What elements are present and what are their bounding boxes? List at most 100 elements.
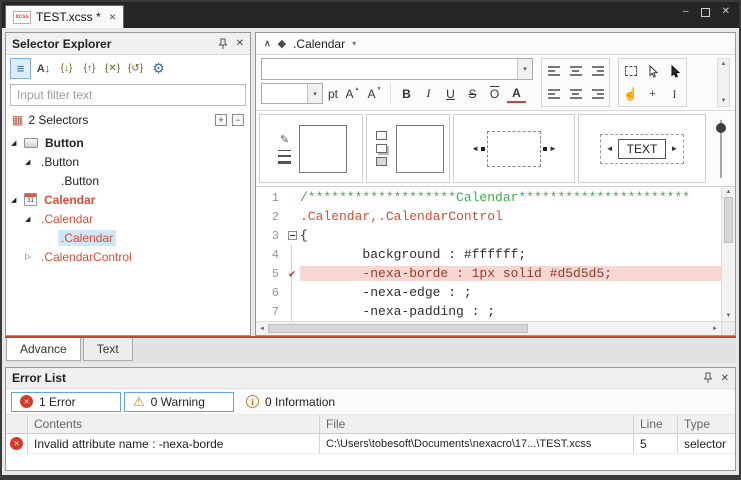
font-decrease-button[interactable]: A▼ [365,83,384,104]
hand-tool-button[interactable]: ☝ [620,83,641,105]
collapse-toolbar-button[interactable]: ∧ [264,38,271,49]
handle-icon[interactable] [481,147,485,151]
square-filled-icon[interactable] [376,157,387,166]
text-margin-editor[interactable]: ◄ TEXT ► [600,134,685,164]
pin-icon[interactable] [218,38,228,50]
expand-all-button[interactable]: + [215,114,227,126]
pin-icon[interactable] [703,372,713,384]
code-line[interactable]: 4 background : #ffffff; [256,245,721,264]
pointer-white-button[interactable] [642,60,663,82]
chevron-down-icon[interactable]: ▾ [517,59,532,79]
document-tab[interactable]: xcss TEST.xcss * ✕ [5,5,124,28]
scroll-down-icon[interactable]: ▼ [721,98,727,104]
minimize-button[interactable]: – [683,7,689,17]
text-cursor-button[interactable]: I [664,83,685,105]
tree-item-calendarcontrol[interactable]: ▷ .CalendarControl [6,247,250,266]
font-size-select[interactable]: ▾ [261,83,323,104]
background-preview-box[interactable] [396,125,444,173]
pencil-icon[interactable]: ✎ [280,133,289,146]
tree-collapsed-icon[interactable]: ▷ [25,252,38,261]
right-arrow-icon[interactable]: ► [549,144,557,153]
code-line[interactable]: 2 .Calendar,.CalendarControl [256,207,721,226]
tab-close-icon[interactable]: ✕ [109,12,117,23]
italic-button[interactable]: I [419,83,438,104]
padding-preview-box[interactable] [487,131,541,167]
line-thick-icon[interactable] [278,161,291,164]
horizontal-scrollbar[interactable]: ◄ ► [256,321,721,335]
pointer-black-button[interactable] [664,60,685,82]
valign-bottom-button[interactable] [587,83,608,105]
panel-close-icon[interactable]: ✕ [721,373,729,384]
reset-selector-button[interactable]: {↺} [125,58,146,79]
scroll-right-icon[interactable]: ► [712,326,718,332]
tree-item-button-class-child[interactable]: .Button [6,171,250,190]
tree-item-button[interactable]: ◢ Button [6,133,250,152]
scroll-up-icon[interactable]: ▲ [726,189,732,195]
tree-expanded-icon[interactable]: ◢ [25,158,38,166]
scroll-left-icon[interactable]: ◄ [259,326,265,332]
code-line[interactable]: 1 /*******************Calendar**********… [256,188,721,207]
column-header-line[interactable]: Line [634,415,678,433]
vertical-scrollbar[interactable]: ▲ ▼ [721,187,735,321]
window-close-button[interactable]: ✕ [722,7,730,17]
valign-middle-button[interactable] [565,83,586,105]
delete-selector-button[interactable]: {✕} [102,58,123,79]
square-shadow-icon[interactable] [376,144,387,153]
maximize-button[interactable] [701,8,710,17]
chevron-down-icon[interactable]: ▾ [307,84,322,103]
font-increase-button[interactable]: A▲ [343,83,362,104]
code-line[interactable]: 3 { [256,226,721,245]
add-selector-button[interactable]: {↓} [56,58,77,79]
column-header-file[interactable]: File [320,415,634,433]
column-header-icon[interactable] [6,415,28,433]
code-text-area[interactable]: 1 /*******************Calendar**********… [256,187,721,321]
right-arrow-icon[interactable]: ► [670,144,678,153]
tree-item-button-class[interactable]: ◢ .Button [6,152,250,171]
tab-advance[interactable]: Advance [6,338,81,361]
slider-knob[interactable] [716,123,726,133]
collapse-all-button[interactable]: − [232,114,244,126]
text-preview-box[interactable]: TEXT [618,139,667,159]
line-thin-icon[interactable] [278,150,291,151]
code-line-error[interactable]: 5 ✔ -nexa-borde : 1px solid #d5d5d5; [256,264,721,283]
selector-dropdown-icon[interactable]: ▾ [352,39,356,48]
preview-slider[interactable] [714,118,728,180]
scroll-down-icon[interactable]: ▼ [726,313,732,319]
information-filter-button[interactable]: i 0 Information [237,392,347,412]
code-line[interactable]: 7 -nexa-padding : ; [256,302,721,321]
insert-selector-button[interactable]: {↑} [79,58,100,79]
settings-gear-icon[interactable]: ⚙ [148,58,169,79]
align-right-button[interactable] [587,60,608,82]
column-header-type[interactable]: Type [678,415,735,433]
underline-button[interactable]: U [441,83,460,104]
left-arrow-icon[interactable]: ◄ [471,144,479,153]
scrollbar-thumb[interactable] [268,324,528,333]
handle-icon[interactable] [543,147,547,151]
code-line[interactable]: 6 -nexa-edge : ; [256,283,721,302]
scrollbar-thumb[interactable] [724,197,733,243]
tree-item-calendar-class-selected[interactable]: .Calendar [6,228,250,247]
add-tool-button[interactable]: + [642,83,663,105]
panel-close-icon[interactable]: ✕ [236,38,244,49]
warning-filter-button[interactable]: ⚠ 0 Warning [124,392,234,412]
tree-item-calendar[interactable]: ◢ 31 Calendar [6,190,250,209]
padding-editor[interactable]: ◄ ► [471,131,557,167]
tree-item-calendar-class[interactable]: ◢ .Calendar [6,209,250,228]
column-header-contents[interactable]: Contents [28,415,320,433]
fold-toggle-icon[interactable] [288,231,297,240]
tab-text[interactable]: Text [83,338,133,361]
toolbar-scrollbar[interactable]: ▲ ▼ [717,58,730,107]
line-medium-icon[interactable] [278,155,291,157]
tree-expanded-icon[interactable]: ◢ [11,196,24,204]
overline-button[interactable]: O [485,83,504,104]
scroll-up-icon[interactable]: ▲ [721,61,727,67]
strikethrough-button[interactable]: S [463,83,482,104]
valign-top-button[interactable] [543,83,564,105]
font-color-button[interactable]: A [507,84,526,103]
align-center-button[interactable] [565,60,586,82]
marquee-select-button[interactable] [620,60,641,82]
bold-button[interactable]: B [397,83,416,104]
border-preview-box[interactable] [299,125,347,173]
sort-az-button[interactable]: A↓ [33,58,54,79]
align-left-button[interactable] [543,60,564,82]
